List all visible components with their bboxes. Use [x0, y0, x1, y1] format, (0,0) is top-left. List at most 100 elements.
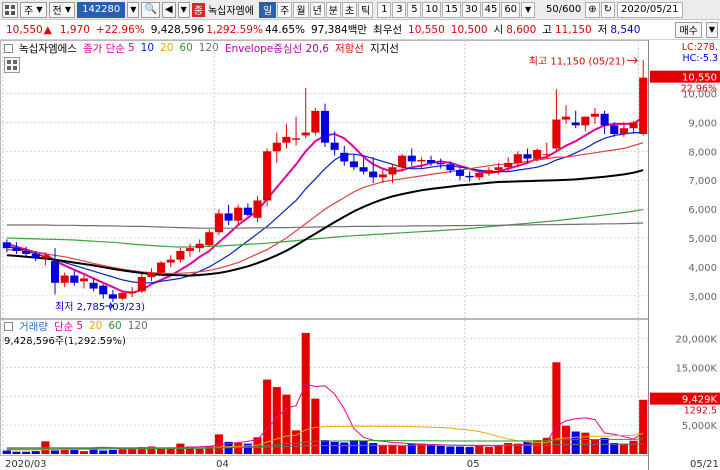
- ma-line-20: [6, 142, 644, 275]
- market-select[interactable]: 주 ▼: [20, 1, 47, 18]
- volume-bar: [600, 437, 609, 454]
- candle-body: [22, 251, 31, 254]
- period-minute[interactable]: 분: [325, 1, 341, 18]
- chevron-down-icon: ▼: [130, 5, 137, 14]
- volume-change-pct: 1,292.59%: [206, 23, 263, 36]
- best-bid: 10,500: [450, 23, 488, 36]
- volume-last-pct-label: 1292.5: [684, 406, 717, 417]
- volume-bar: [118, 449, 127, 454]
- turnover-pct: 44.65%: [264, 23, 305, 36]
- candle-body: [561, 116, 571, 120]
- volume-bar: [465, 447, 474, 454]
- candle-body: [639, 77, 648, 134]
- candle-body: [340, 152, 349, 162]
- date-field[interactable]: 2020/05/21: [617, 1, 683, 18]
- price-tick-label: 5,000: [688, 234, 717, 245]
- high-annotation: 최고 11,150 (05/21): [529, 55, 625, 67]
- minute-5[interactable]: 5: [407, 1, 422, 18]
- minute-15[interactable]: 15: [442, 1, 461, 18]
- candle-body: [70, 275, 79, 283]
- candle-body: [118, 292, 127, 299]
- volume-bar: [195, 448, 204, 454]
- candle-body: [455, 170, 465, 176]
- minute-dropdown-button[interactable]: ▼: [521, 1, 536, 18]
- candle-body: [195, 243, 204, 249]
- chart-toolbar: 주 ▼ 전 ▼ 142280 ▼ 🔍 ◀ ▼ 종 녹십자엠에 일 주 월 년 분…: [0, 0, 720, 20]
- volume-bar: [301, 332, 310, 454]
- period-second[interactable]: 초: [341, 1, 358, 18]
- open-label: 시: [493, 24, 504, 36]
- volume-bar: [378, 445, 387, 454]
- volume-bar: [99, 450, 108, 454]
- price-volume-chart[interactable]: 3,0004,0005,0006,0007,0008,0009,00010,00…: [0, 40, 720, 470]
- chart-settings-button[interactable]: [2, 1, 18, 18]
- candle-body: [446, 164, 455, 171]
- candle-body: [581, 116, 590, 126]
- period-yearly[interactable]: 년: [309, 1, 325, 18]
- period-monthly[interactable]: 월: [293, 1, 309, 18]
- search-button[interactable]: 🔍: [141, 1, 160, 18]
- search-icon: 🔍: [144, 4, 157, 15]
- volume-bar: [504, 443, 513, 454]
- buy-button[interactable]: 매수: [675, 21, 702, 38]
- more-button[interactable]: ▼: [705, 21, 718, 38]
- price-tick-label: 4,000: [688, 263, 717, 274]
- sound-button[interactable]: ◀: [161, 1, 176, 18]
- candle-body: [263, 151, 272, 201]
- volume-bar: [12, 451, 21, 454]
- volume-bar: [340, 442, 349, 454]
- last-pct-label: 22.96%: [681, 84, 717, 95]
- candle-body: [349, 161, 358, 168]
- open-price: 8,600: [506, 23, 537, 36]
- code-dropdown-button[interactable]: ▼: [127, 1, 140, 18]
- volume-bar: [398, 445, 407, 454]
- data-count-field[interactable]: 50/600: [543, 2, 584, 18]
- zoom-in-button[interactable]: ⊕: [585, 1, 600, 18]
- price-tick-label: 7,000: [688, 176, 717, 187]
- minute-3[interactable]: 3: [392, 1, 407, 18]
- period-daily[interactable]: 일: [258, 1, 277, 18]
- stock-name: 녹십자엠에: [207, 6, 254, 17]
- candle-body: [282, 136, 291, 143]
- ma-line-Envelope206: [6, 169, 644, 277]
- lc-label: LC:278.: [682, 42, 718, 53]
- candle-body: [610, 125, 619, 134]
- volume-bar: [455, 446, 465, 454]
- chevron-down-icon: ▼: [36, 5, 43, 14]
- candle-body: [99, 285, 108, 295]
- trade-volume: 9,428,596: [150, 23, 205, 36]
- candle-body: [388, 167, 397, 175]
- candle-body: [292, 138, 301, 140]
- volume-bar: [629, 440, 638, 454]
- minute-10[interactable]: 10: [422, 1, 442, 18]
- candle-body: [465, 175, 474, 178]
- minute-1[interactable]: 1: [377, 1, 392, 18]
- stock-code-input[interactable]: 142280: [77, 1, 126, 18]
- scope-select[interactable]: 전 ▼: [48, 1, 76, 18]
- candle-body: [79, 278, 89, 282]
- period-weekly[interactable]: 주: [277, 1, 293, 18]
- prev-stock-button[interactable]: ▼: [177, 1, 190, 18]
- current-price: 10,550: [6, 23, 43, 36]
- candle-body: [224, 213, 233, 221]
- candle-body: [619, 128, 628, 134]
- period-tick[interactable]: 틱: [358, 1, 374, 18]
- minute-45[interactable]: 45: [481, 1, 501, 18]
- candle-body: [253, 200, 262, 218]
- candle-body: [359, 167, 368, 172]
- speaker-icon: ◀: [164, 4, 173, 15]
- minute-30[interactable]: 30: [461, 1, 481, 18]
- high-arrow-icon: [627, 56, 638, 64]
- trade-amount: 97,384백만: [310, 24, 368, 36]
- date-tick-label: 05: [467, 459, 480, 470]
- candle-body: [157, 262, 166, 273]
- volume-bar: [31, 451, 40, 454]
- volume-bar: [70, 449, 79, 454]
- refresh-button[interactable]: ↻: [600, 1, 616, 18]
- minute-60[interactable]: 60: [501, 1, 521, 18]
- volume-bar: [436, 445, 445, 454]
- price-tick-label: 8,000: [688, 147, 717, 158]
- candle-body: [311, 110, 320, 133]
- up-arrow-icon: ▲: [43, 23, 52, 36]
- candle-body: [542, 154, 551, 156]
